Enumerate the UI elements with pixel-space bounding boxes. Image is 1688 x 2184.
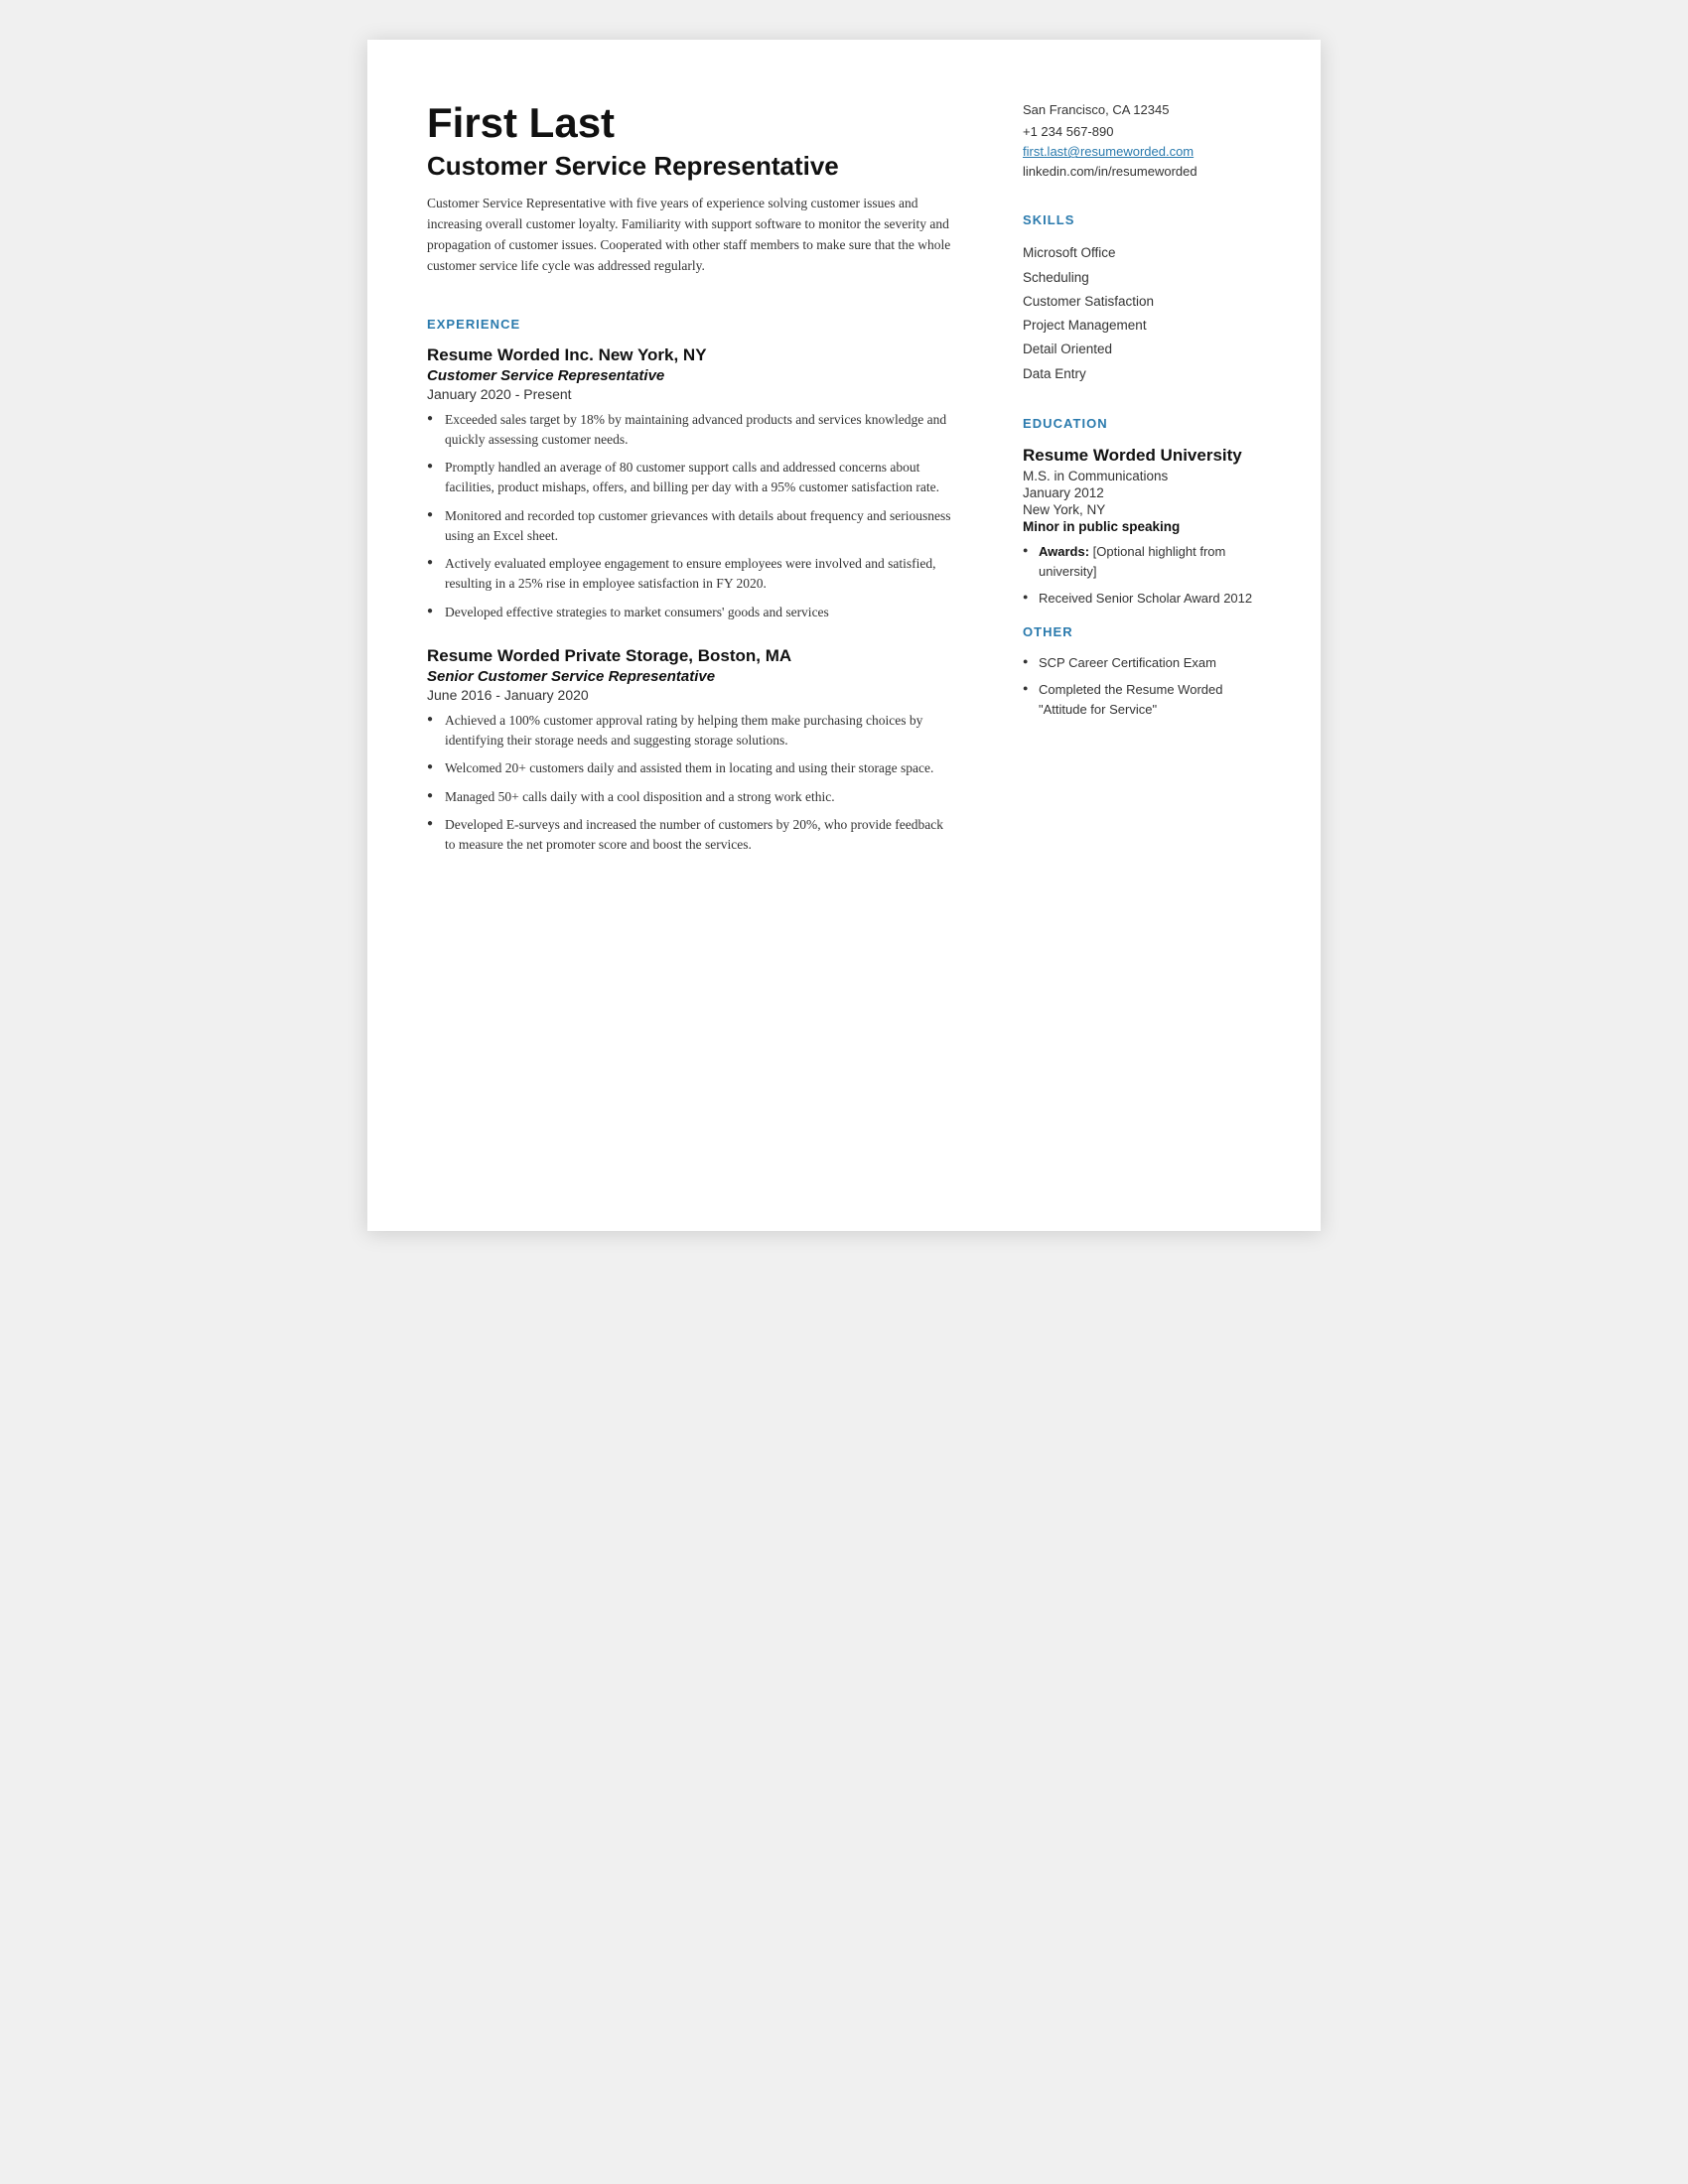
experience-section: EXPERIENCE Resume Worded Inc. New York, … xyxy=(427,317,953,856)
bullet-1-4: Actively evaluated employee engagement t… xyxy=(427,554,953,595)
skill-1: Microsoft Office xyxy=(1023,241,1261,265)
date-range-2: June 2016 - January 2020 xyxy=(427,687,953,703)
experience-label: EXPERIENCE xyxy=(427,317,953,332)
other-section: OTHER SCP Career Certification Exam Comp… xyxy=(1023,624,1261,720)
skill-6: Data Entry xyxy=(1023,362,1261,386)
bullet-2-2: Welcomed 20+ customers daily and assiste… xyxy=(427,758,953,778)
bullet-1-1: Exceeded sales target by 18% by maintain… xyxy=(427,410,953,451)
other-bullet-2: Completed the Resume Worded "Attitude fo… xyxy=(1023,680,1261,719)
job-title-2: Senior Customer Service Representative xyxy=(427,668,953,685)
edu-degree: M.S. in Communications xyxy=(1023,469,1261,483)
date-range-1: January 2020 - Present xyxy=(427,386,953,402)
skills-label: SKILLS xyxy=(1023,212,1261,227)
bullet-2-4: Developed E-surveys and increased the nu… xyxy=(427,815,953,856)
edu-location: New York, NY xyxy=(1023,502,1261,517)
edu-bullet-1: Awards: [Optional highlight from univers… xyxy=(1023,542,1261,581)
company-name-2: Resume Worded Private Storage, xyxy=(427,646,693,665)
edu-awards-label: Awards: xyxy=(1039,544,1089,559)
skill-4: Project Management xyxy=(1023,314,1261,338)
right-column: San Francisco, CA 12345 +1 234 567-890 f… xyxy=(993,99,1261,1171)
header-section: First Last Customer Service Representati… xyxy=(427,99,953,277)
company-line-1: Resume Worded Inc. New York, NY xyxy=(427,345,953,365)
bullet-1-3: Monitored and recorded top customer grie… xyxy=(427,506,953,547)
education-section: EDUCATION Resume Worded University M.S. … xyxy=(1023,416,1261,609)
contact-phone: +1 234 567-890 xyxy=(1023,121,1261,143)
resume-page: First Last Customer Service Representati… xyxy=(367,40,1321,1231)
contact-section: San Francisco, CA 12345 +1 234 567-890 f… xyxy=(1023,99,1261,183)
company-line-2: Resume Worded Private Storage, Boston, M… xyxy=(427,646,953,666)
bullet-2-3: Managed 50+ calls daily with a cool disp… xyxy=(427,787,953,807)
contact-address: San Francisco, CA 12345 xyxy=(1023,99,1261,121)
edu-bullet-list: Awards: [Optional highlight from univers… xyxy=(1023,542,1261,609)
other-bullet-list: SCP Career Certification Exam Completed … xyxy=(1023,653,1261,720)
company-suffix-2: Boston, MA xyxy=(693,646,791,665)
education-label: EDUCATION xyxy=(1023,416,1261,431)
edu-date: January 2012 xyxy=(1023,485,1261,500)
edu-bullet-2: Received Senior Scholar Award 2012 xyxy=(1023,589,1261,609)
candidate-summary: Customer Service Representative with fiv… xyxy=(427,194,953,277)
company-name-1: Resume Worded Inc. xyxy=(427,345,594,364)
bullet-1-5: Developed effective strategies to market… xyxy=(427,603,953,622)
bullet-list-2: Achieved a 100% customer approval rating… xyxy=(427,711,953,856)
bullet-2-1: Achieved a 100% customer approval rating… xyxy=(427,711,953,751)
candidate-title: Customer Service Representative xyxy=(427,151,953,182)
skills-section: SKILLS Microsoft Office Scheduling Custo… xyxy=(1023,212,1261,386)
skill-5: Detail Oriented xyxy=(1023,338,1261,361)
experience-block-2: Resume Worded Private Storage, Boston, M… xyxy=(427,646,953,856)
edu-institution: Resume Worded University xyxy=(1023,445,1261,467)
edu-minor: Minor in public speaking xyxy=(1023,519,1261,534)
company-suffix-1: New York, NY xyxy=(594,345,707,364)
candidate-name: First Last xyxy=(427,99,953,147)
left-column: First Last Customer Service Representati… xyxy=(427,99,993,1171)
other-label: OTHER xyxy=(1023,624,1261,639)
bullet-list-1: Exceeded sales target by 18% by maintain… xyxy=(427,410,953,622)
job-title-1: Customer Service Representative xyxy=(427,367,953,384)
skill-2: Scheduling xyxy=(1023,266,1261,290)
other-bullet-1: SCP Career Certification Exam xyxy=(1023,653,1261,673)
contact-email-line: first.last@resumeworded.com xyxy=(1023,143,1261,161)
contact-linkedin: linkedin.com/in/resumeworded xyxy=(1023,161,1261,183)
skill-3: Customer Satisfaction xyxy=(1023,290,1261,314)
contact-email[interactable]: first.last@resumeworded.com xyxy=(1023,144,1194,159)
bullet-1-2: Promptly handled an average of 80 custom… xyxy=(427,458,953,498)
experience-block-1: Resume Worded Inc. New York, NY Customer… xyxy=(427,345,953,622)
